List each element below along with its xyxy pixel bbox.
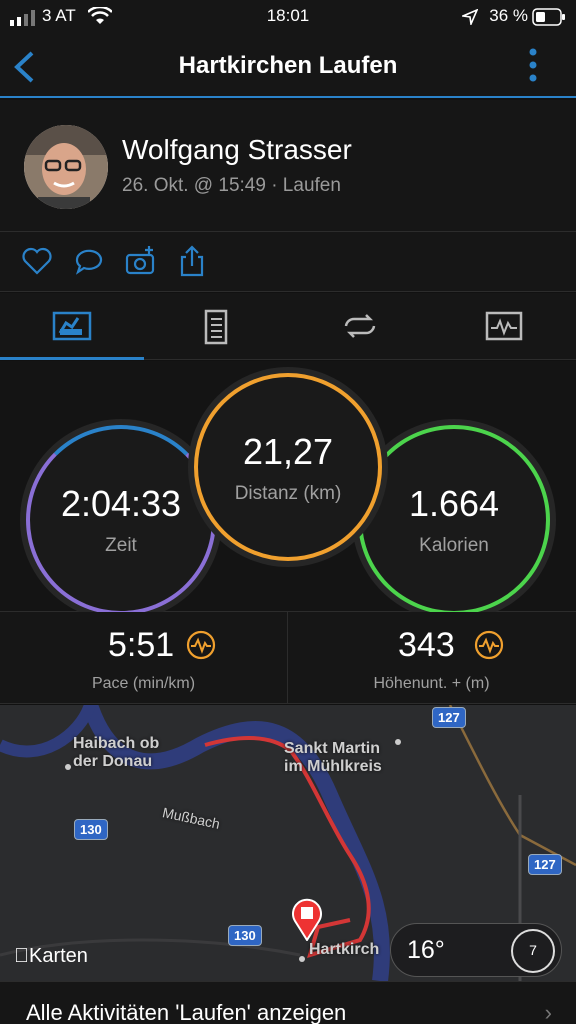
comment-icon[interactable] [72,244,106,278]
heart-icon[interactable] [20,244,54,278]
all-activities-link[interactable]: Alle Aktivitäten 'Laufen' anzeigen › [0,981,576,1024]
distanz-value: 21,27 [242,431,334,472]
location-arrow-icon [462,9,478,25]
pace-chart-icon[interactable] [186,630,216,660]
finish-pin-icon [292,898,322,941]
elevation-label: Höhenunt. + (m) [373,675,490,692]
chart-icon [485,311,523,341]
elevation-stat: 343 Höhenunt. + (m) [288,612,575,704]
kalorien-value: 1.664 [408,483,500,524]
battery-percentage: 36 % [489,6,528,25]
tab-laps[interactable] [288,293,432,360]
road-badge-130-south: 130 [228,925,262,946]
avatar-image [24,125,108,209]
details-icon [204,309,228,345]
tab-details[interactable] [144,293,288,360]
road-badge-130: 130 [74,819,108,840]
road-badge-127: 127 [432,707,466,728]
page-title: Hartkirchen Laufen [178,52,398,79]
route-map[interactable]: Haibach ob der Donau Sankt Martin im Müh… [0,705,576,981]
camera-add-icon[interactable] [124,244,158,278]
battery-icon [532,8,565,26]
ring-distanz: 21,27 Distanz (km) [194,373,382,561]
place-hartkirchen: Hartkirch [309,941,380,958]
tab-overview[interactable] [0,293,144,360]
weather-widget: 16° 7 [390,923,562,977]
place-haibach: Haibach ob der Donau [73,735,160,770]
wind-speed: 7 [529,942,537,958]
ring-kalorien: 1.664 Kalorien [358,425,550,615]
tab-bar [0,293,576,360]
distanz-label: Distanz (km) [234,483,342,504]
pace-label: Pace (min/km) [91,675,196,692]
stats-row: 5:51 Pace (min/km) 343 Höhenunt. + (m) [0,612,576,704]
kalorien-label: Kalorien [419,535,489,556]
all-activities-label: Alle Aktivitäten 'Laufen' anzeigen [26,1000,347,1024]
zeit-label: Zeit [105,535,137,556]
pace-stat: 5:51 Pace (min/km) [0,612,287,704]
apple-logo-icon:  [14,945,29,967]
action-bar [0,232,576,292]
avatar[interactable] [24,125,108,209]
ring-zeit: 2:04:33 Zeit [26,425,216,615]
pace-value: 5:51 [108,626,175,664]
activity-header: Wolfgang Strasser 26. Okt. @ 15:49 · Lau… [0,100,576,232]
navigation-bar: Hartkirchen Laufen [0,34,576,98]
elevation-value: 343 [398,626,455,664]
status-bar: 3 AT 18:01 36 % [0,0,576,34]
zeit-value: 2:04:33 [60,483,182,524]
more-options-icon[interactable] [528,48,538,82]
tab-chart[interactable] [432,293,576,360]
chevron-right-icon: › [544,1000,552,1024]
summary-rings: 2:04:33 Zeit 1.664 Kalorien 21,27 Distan… [0,361,576,615]
place-sankt-martin: Sankt Martin im Mühlkreis [284,740,382,775]
apple-maps-brand: Karten [14,945,88,968]
elevation-chart-icon[interactable] [474,630,504,660]
temperature: 16° [407,936,445,964]
stats-divider [287,612,288,704]
activity-date-type: 26. Okt. @ 15:49 · Laufen [122,175,341,196]
share-icon[interactable] [175,244,209,278]
road-badge-127-east: 127 [528,854,562,875]
user-name[interactable]: Wolfgang Strasser [122,134,352,166]
maps-brand-label: Karten [14,945,88,967]
wind-compass-icon: 7 [511,929,555,973]
laps-icon [344,314,376,338]
overview-icon [52,311,92,341]
